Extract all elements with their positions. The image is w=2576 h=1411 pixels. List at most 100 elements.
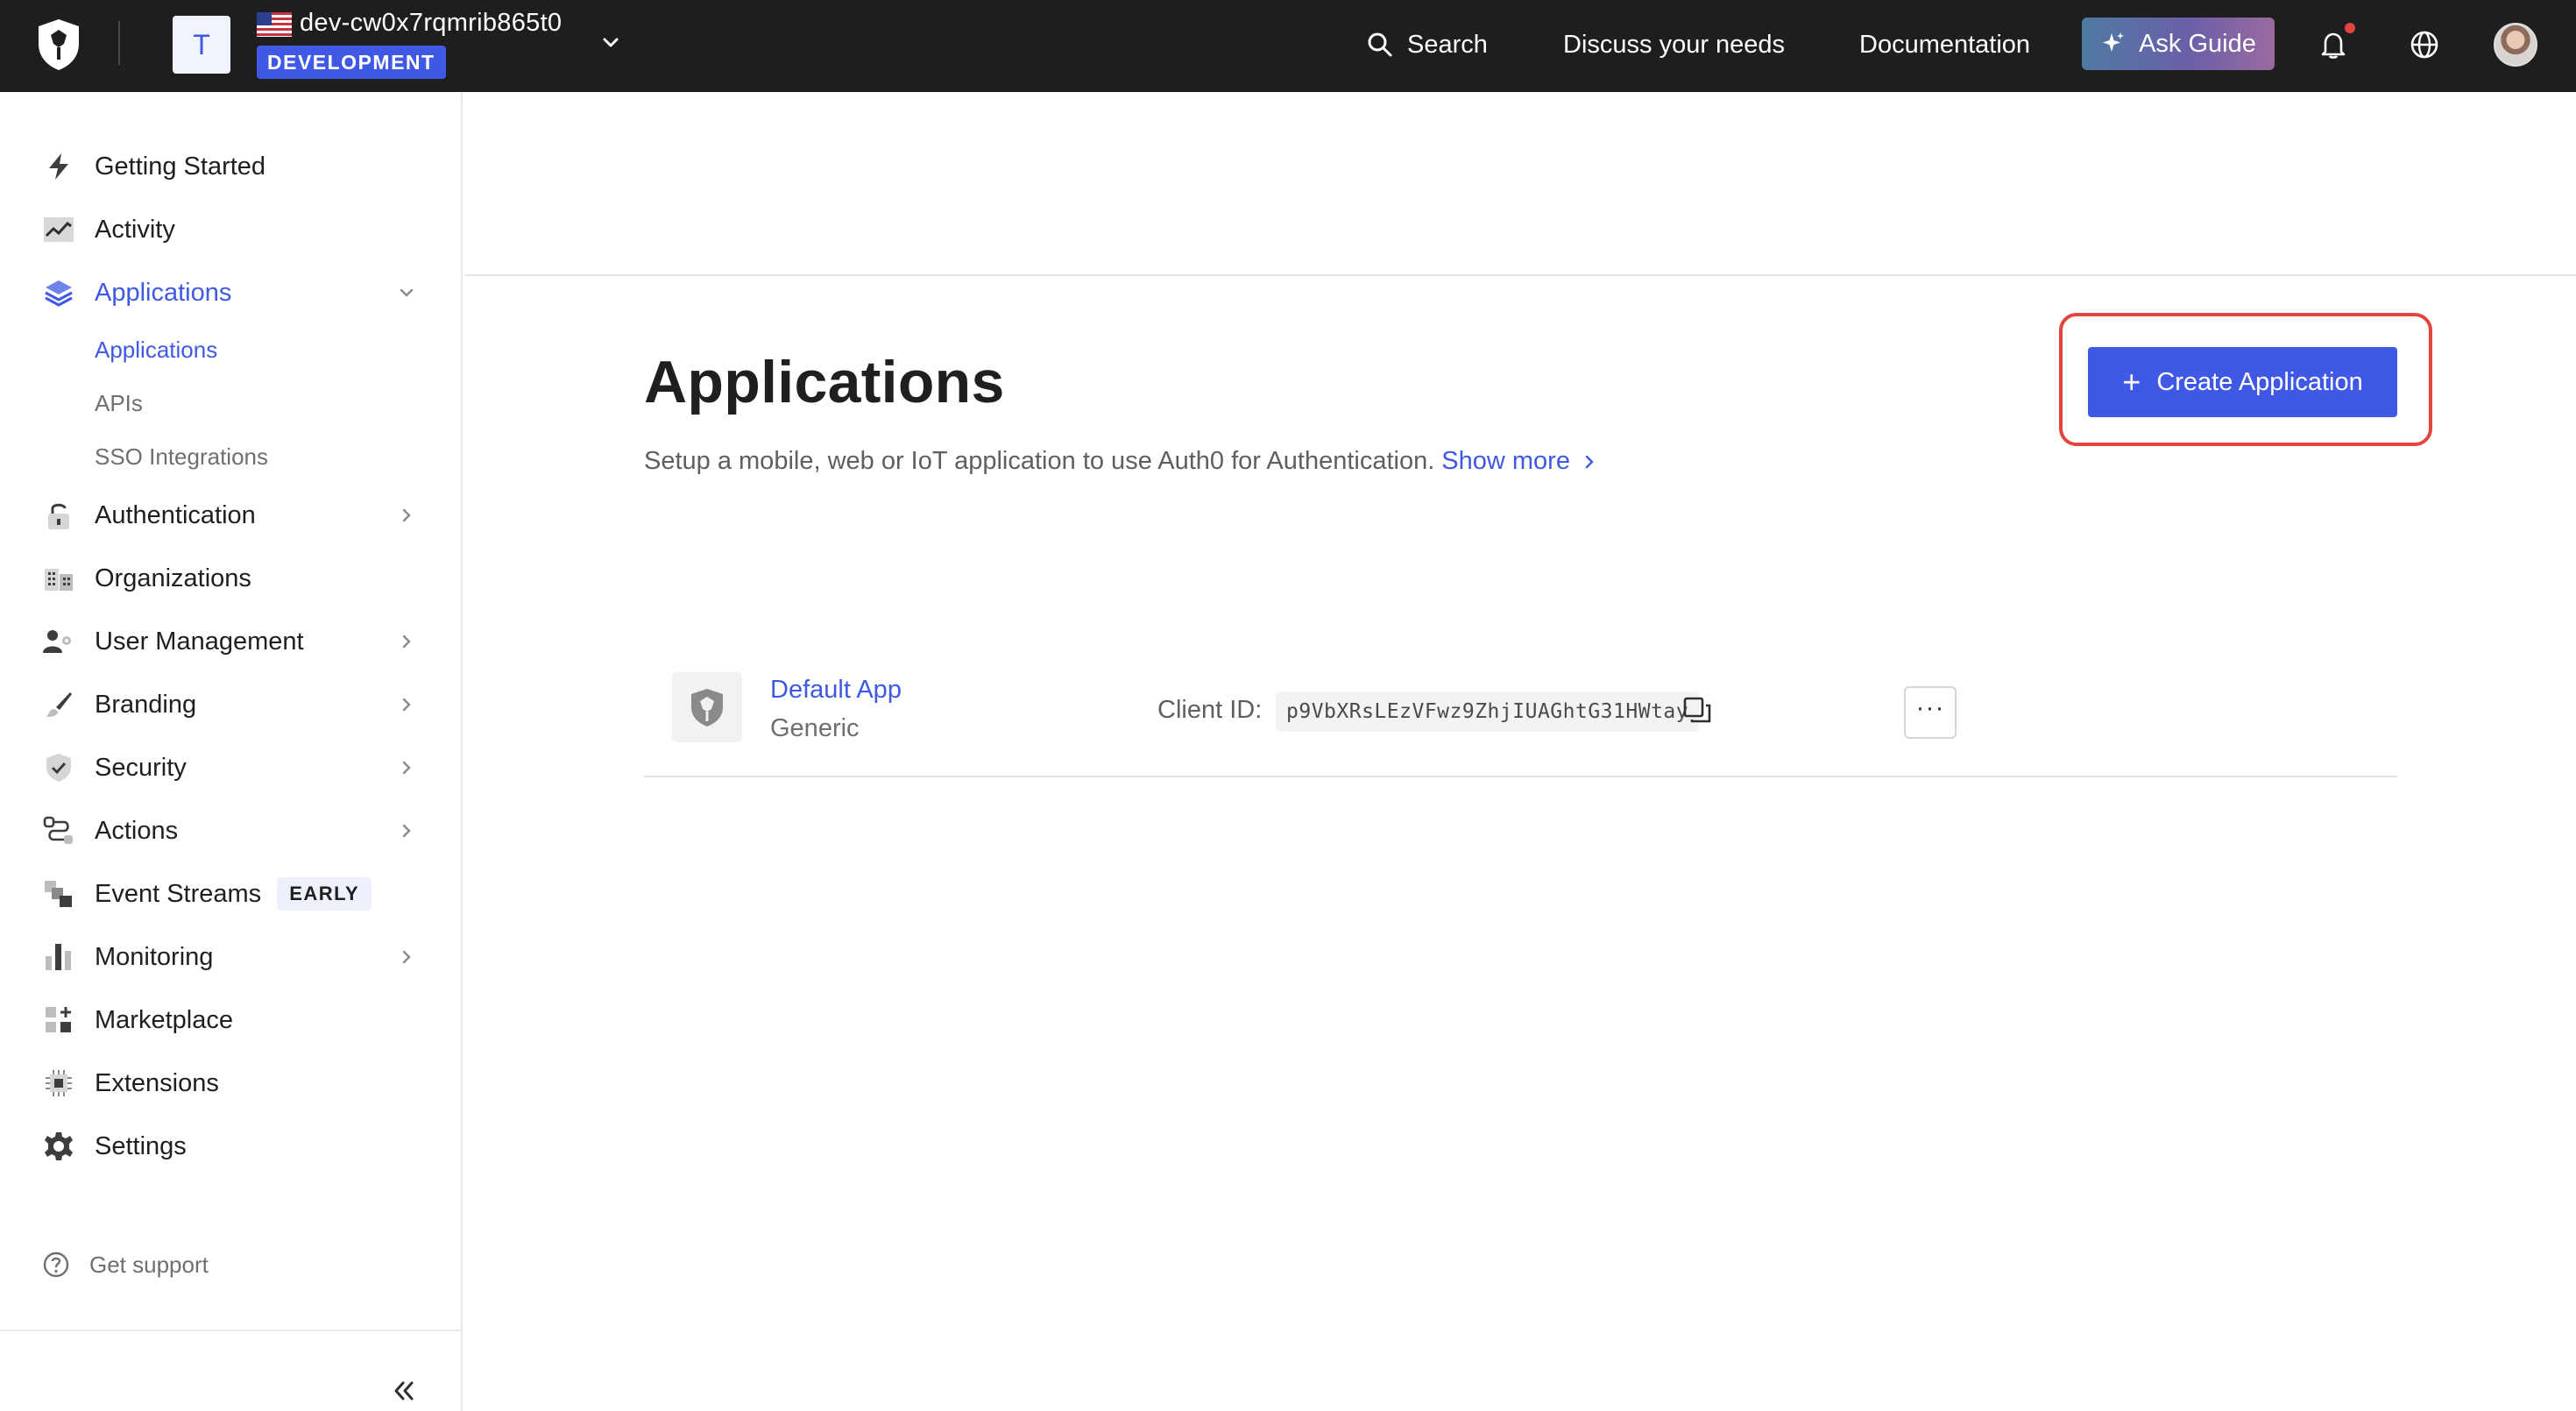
sidebar-item-label: Applications bbox=[95, 278, 232, 307]
sidebar-item-label: Getting Started bbox=[95, 152, 266, 181]
page-description: Setup a mobile, web or IoT application t… bbox=[644, 447, 1598, 476]
sparkle-icon bbox=[2103, 32, 2125, 52]
more-options-button[interactable]: ··· bbox=[1904, 686, 1957, 739]
us-flag-icon bbox=[257, 12, 292, 37]
page-title: Applications bbox=[644, 349, 1005, 415]
sidebar-item-label: Extensions bbox=[95, 1068, 219, 1097]
application-name-link[interactable]: Default App bbox=[770, 676, 902, 705]
gear-icon bbox=[39, 1126, 79, 1166]
sidebar-subitem-apis[interactable]: APIs bbox=[95, 390, 143, 417]
plus-icon: + bbox=[2122, 364, 2141, 400]
notification-dot bbox=[2345, 23, 2355, 33]
lock-icon bbox=[39, 495, 79, 535]
application-type: Generic bbox=[770, 714, 860, 742]
sidebar-item-authentication[interactable]: Authentication bbox=[39, 491, 424, 540]
show-more-link[interactable]: Show more bbox=[1441, 447, 1598, 476]
marketplace-icon bbox=[39, 1000, 79, 1040]
layers-icon bbox=[39, 273, 79, 313]
bell-icon bbox=[2321, 32, 2346, 59]
sidebar-item-label: Branding bbox=[95, 690, 197, 719]
sidebar-item-label: User Management bbox=[95, 627, 304, 656]
tenant-avatar[interactable]: T bbox=[173, 16, 230, 74]
create-application-button[interactable]: + Create Application bbox=[2088, 347, 2397, 417]
chevron-down-icon[interactable] bbox=[598, 30, 624, 56]
get-support-link[interactable]: Get support bbox=[42, 1251, 209, 1279]
language-button[interactable] bbox=[2404, 25, 2445, 65]
chevron-down-icon[interactable] bbox=[394, 280, 419, 305]
globe-icon bbox=[2410, 31, 2438, 59]
tenant-name[interactable]: dev-cw0x7rqmrib865t0 bbox=[300, 9, 562, 38]
bar-chart-icon bbox=[39, 937, 79, 977]
chevron-right-icon[interactable] bbox=[394, 692, 419, 717]
sidebar-item-getting-started[interactable]: Getting Started bbox=[39, 142, 424, 191]
sidebar-item-label: Organizations bbox=[95, 564, 251, 592]
help-circle-icon bbox=[43, 1251, 69, 1278]
users-icon bbox=[39, 621, 79, 662]
search-label: Search bbox=[1407, 30, 1488, 59]
application-row: Default App Generic Client ID: p9VbXRsLE… bbox=[644, 635, 2397, 777]
sidebar-subitem-applications[interactable]: Applications bbox=[95, 337, 217, 364]
sidebar-item-monitoring[interactable]: Monitoring bbox=[39, 932, 424, 982]
sidebar-item-settings[interactable]: Settings bbox=[39, 1122, 424, 1171]
sidebar-item-marketplace[interactable]: Marketplace bbox=[39, 996, 424, 1045]
sidebar-item-event-streams[interactable]: Event Streams EARLY bbox=[39, 869, 424, 918]
sidebar-item-label: Marketplace bbox=[95, 1005, 233, 1034]
client-id-value: p9VbXRsLEzVFwz9ZhjIUAGhtG31HWtay bbox=[1276, 691, 1700, 732]
ellipsis-icon: ··· bbox=[1915, 693, 1945, 722]
chip-icon bbox=[39, 1063, 79, 1103]
header-strip bbox=[464, 92, 2576, 276]
sidebar-item-label: Settings bbox=[95, 1131, 187, 1160]
flow-icon bbox=[39, 811, 79, 851]
event-streams-icon bbox=[39, 874, 79, 914]
sidebar-item-label: Security bbox=[95, 753, 187, 782]
application-shield-icon bbox=[672, 672, 742, 742]
activity-chart-icon bbox=[39, 209, 79, 250]
chevron-right-icon[interactable] bbox=[394, 819, 419, 843]
auth0-shield-logo[interactable] bbox=[35, 18, 82, 72]
user-avatar[interactable] bbox=[2494, 23, 2537, 67]
chevron-right-icon bbox=[1585, 455, 1594, 468]
sidebar-item-label: Authentication bbox=[95, 500, 256, 529]
sidebar-item-extensions[interactable]: Extensions bbox=[39, 1059, 424, 1108]
lightning-icon bbox=[39, 146, 79, 187]
search-icon bbox=[1368, 32, 1392, 57]
chevron-right-icon[interactable] bbox=[394, 503, 419, 528]
buildings-icon bbox=[39, 558, 79, 599]
brush-icon bbox=[39, 684, 79, 725]
sidebar-item-actions[interactable]: Actions bbox=[39, 806, 424, 855]
sidebar-item-security[interactable]: Security bbox=[39, 743, 424, 792]
page-description-text: Setup a mobile, web or IoT application t… bbox=[644, 447, 1435, 475]
discuss-your-needs-link[interactable]: Discuss your needs bbox=[1563, 23, 1785, 67]
client-id-label: Client ID: bbox=[1157, 696, 1263, 724]
sidebar-item-organizations[interactable]: Organizations bbox=[39, 554, 424, 603]
early-badge: EARLY bbox=[277, 877, 372, 911]
documentation-link[interactable]: Documentation bbox=[1859, 23, 2030, 67]
sidebar-item-label: Activity bbox=[95, 215, 175, 244]
sidebar-item-label: Monitoring bbox=[95, 942, 214, 971]
copy-icon[interactable] bbox=[1681, 695, 1713, 727]
main-content: Applications Setup a mobile, web or IoT … bbox=[464, 92, 2576, 1411]
environment-badge: DEVELOPMENT bbox=[257, 46, 446, 79]
chevron-right-icon[interactable] bbox=[394, 755, 419, 780]
sidebar-divider bbox=[0, 1329, 461, 1331]
sidebar-item-user-management[interactable]: User Management bbox=[39, 617, 424, 666]
create-application-label: Create Application bbox=[2156, 367, 2363, 396]
sidebar-item-branding[interactable]: Branding bbox=[39, 680, 424, 729]
get-support-label: Get support bbox=[89, 1251, 209, 1278]
sidebar-item-activity[interactable]: Activity bbox=[39, 205, 424, 254]
search-button[interactable]: Search bbox=[1367, 23, 1488, 67]
sidebar: Getting Started Activity Applications Ap… bbox=[0, 92, 463, 1411]
show-more-label: Show more bbox=[1441, 447, 1570, 475]
ask-guide-button[interactable]: Ask Guide bbox=[2082, 18, 2275, 70]
topbar-divider bbox=[118, 21, 120, 65]
sidebar-subitem-sso-integrations[interactable]: SSO Integrations bbox=[95, 443, 268, 471]
top-navigation-bar: T dev-cw0x7rqmrib865t0 DEVELOPMENT Searc… bbox=[0, 0, 2576, 92]
chevron-right-icon[interactable] bbox=[394, 945, 419, 969]
chevron-right-icon[interactable] bbox=[394, 629, 419, 654]
ask-guide-label: Ask Guide bbox=[2139, 29, 2256, 58]
shield-check-icon bbox=[39, 748, 79, 788]
sidebar-item-applications[interactable]: Applications bbox=[39, 268, 424, 317]
collapse-sidebar-icon[interactable] bbox=[386, 1373, 421, 1408]
sidebar-item-label: Actions bbox=[95, 816, 179, 845]
sidebar-item-label: Event Streams bbox=[95, 879, 262, 908]
